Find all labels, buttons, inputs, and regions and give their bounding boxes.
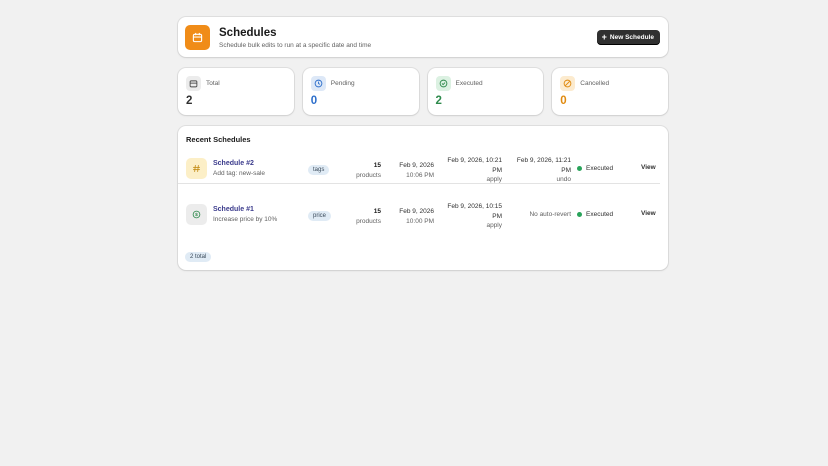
- schedule-description: Increase price by 10%: [213, 216, 278, 223]
- stat-card-executed: Executed 2: [427, 68, 544, 115]
- svg-text:$: $: [195, 212, 198, 218]
- stat-label-total: Total: [206, 80, 220, 87]
- apply-label: apply: [486, 222, 502, 229]
- undo-label: undo: [556, 176, 571, 183]
- apply-time: Feb 9, 2026, 10:21 PM apply: [432, 156, 502, 185]
- stats-row: Total 2 Pending 0 Executed 2 Cancelled 0: [178, 68, 668, 115]
- stat-value-total: 2: [186, 95, 193, 107]
- apply-time-line1: Feb 9, 2026, 10:21: [447, 157, 502, 164]
- calendar-icon: [185, 24, 210, 50]
- view-button[interactable]: View: [641, 210, 656, 217]
- stat-card-total: Total 2: [178, 68, 294, 115]
- apply-time: Feb 9, 2026, 10:15 PM apply: [432, 202, 502, 231]
- check-circle-icon: [435, 76, 451, 91]
- apply-time-line2: PM: [492, 212, 502, 220]
- stat-label-cancelled: Cancelled: [580, 80, 610, 87]
- type-badge: tags: [308, 165, 330, 175]
- status-text: Executed: [586, 165, 614, 172]
- type-badge: price: [308, 211, 332, 221]
- row-divider: [178, 183, 660, 184]
- stat-label-pending: Pending: [330, 80, 355, 87]
- apply-time-line1: Feb 9, 2026, 10:15: [447, 203, 502, 210]
- no-auto-revert-text: No auto-revert: [529, 211, 571, 218]
- new-schedule-button[interactable]: + New Schedule: [596, 29, 660, 45]
- schedules-page: Schedules Schedule bulk edits to run at …: [178, 17, 668, 270]
- scheduled-time-value: 10:06 PM: [406, 171, 434, 179]
- clock-icon: [310, 76, 326, 91]
- page-subtitle: Schedule bulk edits to run at a specific…: [219, 41, 372, 49]
- status-badge: Executed: [577, 165, 613, 172]
- recent-schedules-title: Recent Schedules: [186, 135, 251, 144]
- scheduled-date: Feb 9, 2026 10:06 PM: [399, 161, 434, 180]
- scheduled-time-value: 10:00 PM: [406, 217, 434, 225]
- status-dot-icon: [577, 212, 582, 217]
- undo-time-line1: Feb 9, 2026, 11:21: [516, 157, 571, 164]
- undo-time: Feb 9, 2026, 11:21 PM undo: [501, 156, 571, 185]
- new-schedule-label: New Schedule: [609, 33, 654, 41]
- total-count-badge: 2 total: [185, 252, 212, 262]
- product-count-unit: products: [356, 217, 381, 225]
- product-count-value: 15: [373, 162, 381, 169]
- dollar-icon: $: [186, 204, 207, 225]
- apply-label: apply: [486, 176, 502, 183]
- stat-label-executed: Executed: [455, 80, 483, 87]
- product-count: 15 products: [356, 207, 381, 226]
- status-text: Executed: [586, 211, 614, 218]
- schedule-description: Add tag: new-sale: [213, 170, 266, 177]
- calendar-icon: [186, 76, 201, 91]
- product-count-value: 15: [373, 208, 381, 215]
- scheduled-date-value: Feb 9, 2026: [399, 208, 434, 215]
- scheduled-date-value: Feb 9, 2026: [399, 162, 434, 169]
- undo-time-line2: PM: [561, 166, 571, 174]
- hashtag-icon: [186, 158, 207, 179]
- schedule-name-link[interactable]: Schedule #1: [213, 206, 254, 213]
- scheduled-date: Feb 9, 2026 10:00 PM: [399, 207, 434, 226]
- stat-value-executed: 2: [435, 95, 442, 107]
- view-button[interactable]: View: [641, 164, 656, 171]
- recent-schedules-card: Recent Schedules Schedule #2 Add tag: ne…: [178, 126, 668, 270]
- schedule-name-link[interactable]: Schedule #2: [213, 160, 254, 167]
- stat-value-pending: 0: [310, 95, 318, 107]
- stat-card-cancelled: Cancelled 0: [552, 68, 668, 115]
- plus-icon: +: [601, 31, 607, 42]
- status-badge: Executed: [577, 211, 613, 218]
- product-count: 15 products: [356, 161, 381, 180]
- product-count-unit: products: [356, 171, 381, 179]
- page-header: Schedules Schedule bulk edits to run at …: [178, 17, 668, 57]
- page-title: Schedules: [219, 26, 277, 39]
- status-dot-icon: [577, 166, 582, 171]
- cancel-icon: [560, 76, 576, 91]
- table-row: $ Schedule #1 Increase price by 10% pric…: [186, 199, 660, 245]
- table-row: Schedule #2 Add tag: new-sale tags 15 pr…: [186, 153, 660, 199]
- stat-value-cancelled: 0: [560, 95, 567, 107]
- stat-card-pending: Pending 0: [302, 68, 419, 115]
